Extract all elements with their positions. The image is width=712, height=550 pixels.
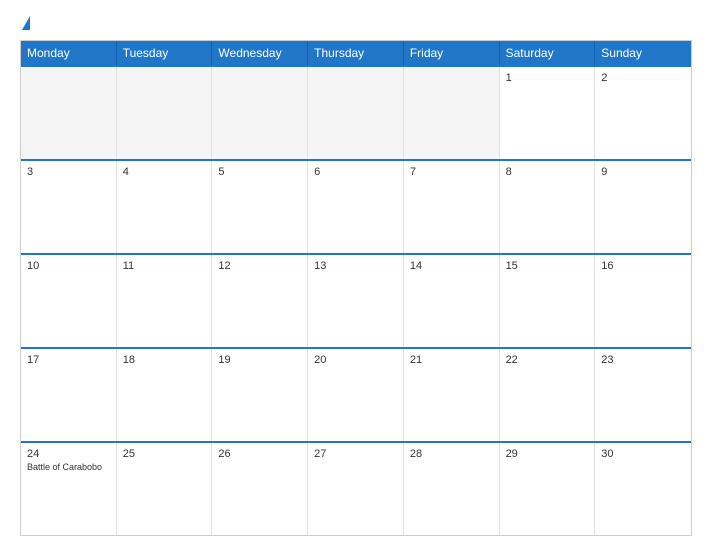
calendar-cell: 9: [595, 161, 691, 253]
calendar-header-day: Wednesday: [212, 41, 308, 65]
calendar-cell: 8: [500, 161, 596, 253]
day-number: 22: [506, 354, 589, 366]
day-number: 29: [506, 448, 589, 460]
calendar-cell: [308, 67, 404, 159]
day-number: 3: [27, 166, 110, 178]
calendar-cell: [21, 67, 117, 159]
calendar-header-day: Monday: [21, 41, 117, 65]
calendar-cell: 23: [595, 349, 691, 441]
day-number: 2: [601, 72, 685, 84]
calendar-cell: 5: [212, 161, 308, 253]
calendar-cell: 18: [117, 349, 213, 441]
calendar-cell: 13: [308, 255, 404, 347]
header: [20, 18, 692, 30]
calendar-cell: 7: [404, 161, 500, 253]
day-number: 20: [314, 354, 397, 366]
day-number: 9: [601, 166, 685, 178]
calendar-cell: 17: [21, 349, 117, 441]
calendar-cell: [404, 67, 500, 159]
day-number: 8: [506, 166, 589, 178]
day-number: 30: [601, 448, 685, 460]
calendar-week-row: 24 Battle of Carabobo 25 26 27 28 29 30: [21, 441, 691, 535]
calendar-cell: 24 Battle of Carabobo: [21, 443, 117, 535]
day-number: 21: [410, 354, 493, 366]
day-number: 13: [314, 260, 397, 272]
day-number: 26: [218, 448, 301, 460]
day-number: 24: [27, 448, 110, 460]
day-number: 14: [410, 260, 493, 272]
logo-triangle-icon: [22, 16, 30, 30]
day-number: 5: [218, 166, 301, 178]
calendar-week-row: 3456789: [21, 159, 691, 253]
calendar-cell: 28: [404, 443, 500, 535]
calendar-week-row: 12: [21, 65, 691, 159]
calendar-cell: 1: [500, 67, 596, 159]
logo-block: [20, 18, 30, 30]
calendar-cell: 15: [500, 255, 596, 347]
day-number: 15: [506, 260, 589, 272]
page: MondayTuesdayWednesdayThursdayFridaySatu…: [0, 0, 712, 550]
calendar-cell: 3: [21, 161, 117, 253]
calendar-cell: 26: [212, 443, 308, 535]
calendar-cell: 2: [595, 67, 691, 159]
calendar-cell: [117, 67, 213, 159]
calendar-header-day: Thursday: [308, 41, 404, 65]
calendar-cell: 22: [500, 349, 596, 441]
logo: [20, 18, 30, 30]
day-event: Battle of Carabobo: [27, 462, 110, 473]
day-number: 10: [27, 260, 110, 272]
day-number: 28: [410, 448, 493, 460]
day-number: 25: [123, 448, 206, 460]
day-number: 6: [314, 166, 397, 178]
calendar-header-day: Sunday: [595, 41, 691, 65]
calendar-cell: 6: [308, 161, 404, 253]
calendar-cell: 16: [595, 255, 691, 347]
day-number: 16: [601, 260, 685, 272]
calendar-header-day: Tuesday: [117, 41, 213, 65]
calendar-cell: 12: [212, 255, 308, 347]
day-number: 19: [218, 354, 301, 366]
day-number: 23: [601, 354, 685, 366]
day-number: 12: [218, 260, 301, 272]
calendar-header-day: Friday: [404, 41, 500, 65]
calendar-cell: 30: [595, 443, 691, 535]
calendar-cell: 21: [404, 349, 500, 441]
calendar-cell: 25: [117, 443, 213, 535]
calendar-week-row: 17 18 19 20 21 22 23: [21, 347, 691, 441]
calendar-cell: 10: [21, 255, 117, 347]
calendar-header-day: Saturday: [500, 41, 596, 65]
calendar-header: MondayTuesdayWednesdayThursdayFridaySatu…: [21, 41, 691, 65]
calendar-week-row: 10 11 12 13 14 15 16: [21, 253, 691, 347]
day-number: 11: [123, 260, 206, 272]
calendar-cell: 14: [404, 255, 500, 347]
calendar-cell: 29: [500, 443, 596, 535]
calendar-cell: [212, 67, 308, 159]
day-number: 4: [123, 166, 206, 178]
calendar-body: 123456789101112131415161718192021222324B…: [21, 65, 691, 535]
day-number: 17: [27, 354, 110, 366]
day-number: 18: [123, 354, 206, 366]
day-number: 7: [410, 166, 493, 178]
calendar-cell: 20: [308, 349, 404, 441]
calendar-cell: 19: [212, 349, 308, 441]
calendar-cell: 27: [308, 443, 404, 535]
calendar: MondayTuesdayWednesdayThursdayFridaySatu…: [20, 40, 692, 536]
calendar-cell: 4: [117, 161, 213, 253]
calendar-cell: 11: [117, 255, 213, 347]
day-number: 1: [506, 72, 589, 84]
day-number: 27: [314, 448, 397, 460]
